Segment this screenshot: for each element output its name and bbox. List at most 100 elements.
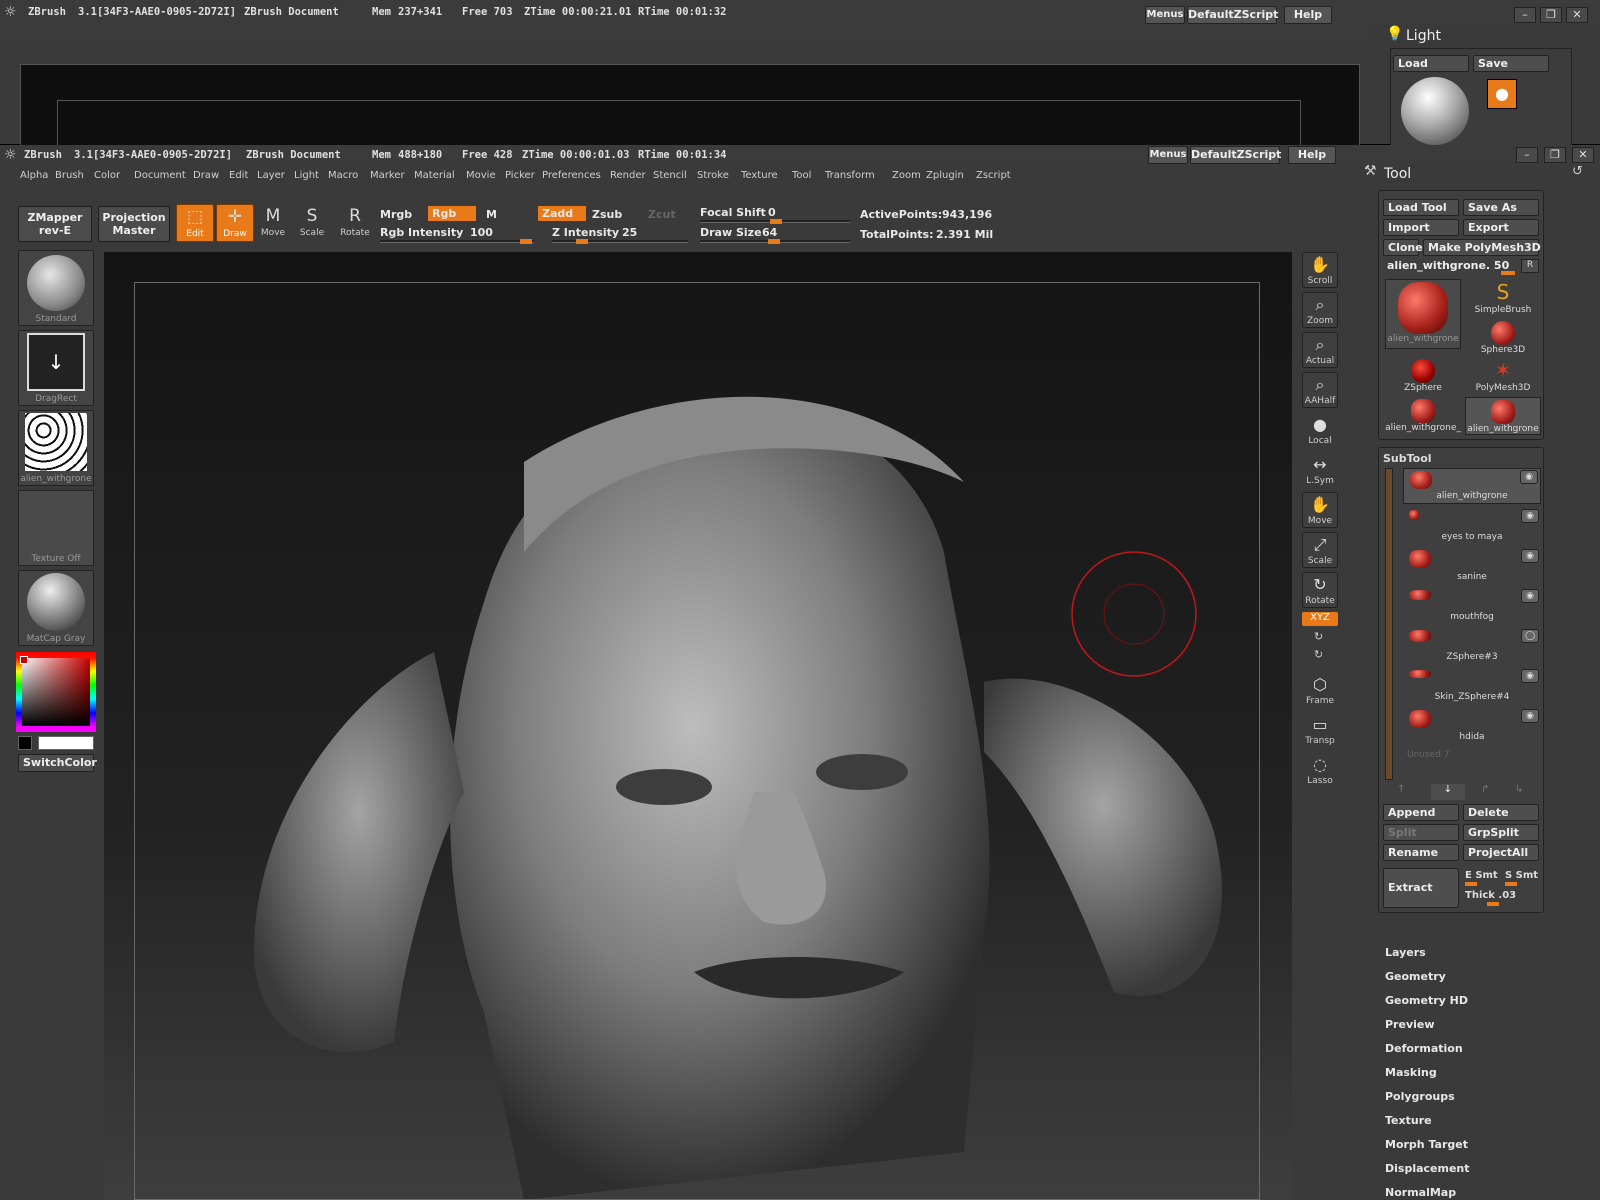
menu-document[interactable]: Document — [134, 170, 186, 181]
draw-mode-button[interactable]: ✛ Draw — [216, 204, 254, 242]
stroke-selector[interactable]: ↓ DragRect — [18, 330, 94, 406]
frame-button[interactable]: ⬡ Frame — [1302, 672, 1338, 708]
menu-render[interactable]: Render — [610, 170, 646, 181]
save-as-button[interactable]: Save As — [1463, 199, 1539, 216]
delete-button[interactable]: Delete — [1463, 804, 1539, 821]
switch-color-button[interactable]: SwitchColor — [18, 754, 97, 772]
menu-preferences[interactable]: Preferences — [542, 170, 601, 181]
zmapper-button[interactable]: ZMapper rev-E — [18, 206, 92, 242]
rotate-y-icon[interactable]: ↻ — [1314, 630, 1323, 643]
clone-button[interactable]: Clone — [1383, 239, 1423, 256]
light-bulb-icon-active[interactable]: ● — [1487, 79, 1517, 109]
subtool-item-mouthfog[interactable]: ◉ mouthfog — [1403, 588, 1541, 624]
section-masking[interactable]: Masking — [1385, 1066, 1437, 1079]
zsub-toggle[interactable]: Zsub — [592, 208, 622, 221]
color-picker[interactable] — [16, 652, 96, 732]
zadd-toggle[interactable]: Zadd — [538, 206, 586, 221]
help-button[interactable]: Help — [1288, 146, 1336, 164]
material-selector[interactable]: MatCap Gray — [18, 570, 94, 646]
transp-button[interactable]: ▭ Transp — [1302, 712, 1338, 748]
eye-icon[interactable]: ◉ — [1521, 589, 1539, 603]
eye-icon[interactable]: ◉ — [1521, 669, 1539, 683]
menu-layer[interactable]: Layer — [257, 170, 285, 181]
section-polygroups[interactable]: Polygroups — [1385, 1090, 1455, 1103]
zoom-button[interactable]: ⌕ Zoom — [1302, 292, 1338, 328]
menu-stroke[interactable]: Stroke — [697, 170, 729, 181]
default-zscript-button[interactable]: DefaultZScript — [1190, 146, 1281, 164]
thick-slider[interactable] — [1487, 902, 1499, 906]
back-help-button[interactable]: Help — [1284, 6, 1332, 24]
move-mode-button[interactable]: M Move — [254, 204, 292, 242]
tool-thumb-polymesh3d[interactable]: ✶ PolyMesh3D — [1465, 357, 1541, 395]
section-normalmap[interactable]: NormalMap — [1385, 1186, 1456, 1199]
menu-stencil[interactable]: Stencil — [653, 170, 687, 181]
section-morph-target[interactable]: Morph Target — [1385, 1138, 1468, 1151]
menu-draw[interactable]: Draw — [193, 170, 219, 181]
menu-zplugin[interactable]: Zplugin — [926, 170, 964, 181]
tool-palette-header[interactable]: ⚒ Tool ↺ — [1354, 160, 1600, 186]
tool-thumb-sphere3d[interactable]: Sphere3D — [1465, 319, 1541, 357]
light-preview-sphere[interactable] — [1401, 77, 1469, 145]
rotate-z-icon[interactable]: ↻ — [1314, 648, 1323, 661]
arrow-merge-icon[interactable]: ↳ — [1515, 784, 1523, 795]
section-geometry-hd[interactable]: Geometry HD — [1385, 994, 1468, 1007]
menu-transform[interactable]: Transform — [825, 170, 875, 181]
back-menus-button[interactable]: Menus — [1145, 6, 1185, 24]
reset-icon[interactable]: ↺ — [1572, 164, 1583, 179]
main-color-swatch[interactable] — [38, 736, 94, 750]
current-tool-slider[interactable] — [1501, 271, 1515, 275]
m-toggle[interactable]: M — [486, 208, 497, 221]
edit-mode-button[interactable]: ⬚ Edit — [176, 204, 214, 242]
arrow-down-icon[interactable]: ↓ — [1431, 784, 1465, 800]
rotate-view-button[interactable]: ↻ Rotate — [1302, 572, 1338, 608]
subtool-item-alien[interactable]: ◉ alien_withgrone — [1403, 468, 1541, 504]
grpsplit-button[interactable]: GrpSplit — [1463, 824, 1539, 841]
rotate-mode-button[interactable]: R Rotate — [336, 204, 374, 242]
tool-thumb-zsphere[interactable]: ZSphere — [1385, 357, 1461, 395]
rgb-toggle[interactable]: Rgb — [428, 206, 476, 221]
menu-color[interactable]: Color — [94, 170, 120, 181]
tool-thumb-alien[interactable]: alien_withgrone — [1385, 279, 1461, 349]
section-deformation[interactable]: Deformation — [1385, 1042, 1463, 1055]
arrow-right-icon[interactable]: ↱ — [1481, 784, 1489, 795]
rgb-intensity-slider[interactable] — [380, 239, 534, 244]
arrow-up-icon[interactable]: ↑ — [1397, 784, 1405, 795]
s-smt-slider[interactable] — [1505, 882, 1517, 886]
projection-master-button[interactable]: Projection Master — [98, 206, 170, 242]
subtool-item-sanine[interactable]: ◉ sanine — [1403, 548, 1541, 584]
scale-mode-button[interactable]: S Scale — [293, 204, 331, 242]
menu-macro[interactable]: Macro — [328, 170, 358, 181]
make-polymesh-button[interactable]: Make PolyMesh3D — [1423, 239, 1541, 256]
menu-brush[interactable]: Brush — [55, 170, 84, 181]
mrgb-toggle[interactable]: Mrgb — [380, 208, 412, 221]
z-intensity-slider[interactable] — [552, 239, 688, 244]
section-layers[interactable]: Layers — [1385, 946, 1426, 959]
menu-material[interactable]: Material — [414, 170, 455, 181]
scroll-button[interactable]: ✋ Scroll — [1302, 252, 1338, 288]
focal-shift-slider[interactable] — [700, 219, 850, 224]
tool-thumb-alien-2[interactable]: alien_withgrone_ — [1385, 397, 1461, 435]
back-close-icon[interactable]: ✕ — [1566, 7, 1588, 23]
r-button[interactable]: R — [1521, 259, 1539, 273]
alpha-selector[interactable]: alien_withgrone — [18, 410, 94, 486]
menu-picker[interactable]: Picker — [505, 170, 535, 181]
subtool-item-hdida[interactable]: ◉ hdida — [1403, 708, 1541, 744]
back-minimize-icon[interactable]: – — [1514, 7, 1536, 23]
subtool-item-skin-zsphere4[interactable]: ◉ Skin_ZSphere#4 — [1403, 668, 1541, 704]
section-geometry[interactable]: Geometry — [1385, 970, 1446, 983]
eye-icon[interactable]: ◯ — [1521, 629, 1539, 643]
section-texture[interactable]: Texture — [1385, 1114, 1432, 1127]
extract-button[interactable]: Extract — [1383, 868, 1459, 908]
append-button[interactable]: Append — [1383, 804, 1459, 821]
menu-alpha[interactable]: Alpha — [20, 170, 48, 181]
texture-selector[interactable]: Texture Off — [18, 490, 94, 566]
menu-light[interactable]: Light — [294, 170, 319, 181]
menu-marker[interactable]: Marker — [370, 170, 405, 181]
secondary-color-swatch[interactable] — [18, 736, 32, 750]
tool-thumb-simplebrush[interactable]: S SimpleBrush — [1465, 279, 1541, 317]
menu-texture[interactable]: Texture — [741, 170, 778, 181]
eye-icon[interactable]: ◉ — [1521, 509, 1539, 523]
import-button[interactable]: Import — [1383, 219, 1459, 236]
menus-button[interactable]: Menus — [1148, 146, 1188, 164]
menu-movie[interactable]: Movie — [466, 170, 496, 181]
